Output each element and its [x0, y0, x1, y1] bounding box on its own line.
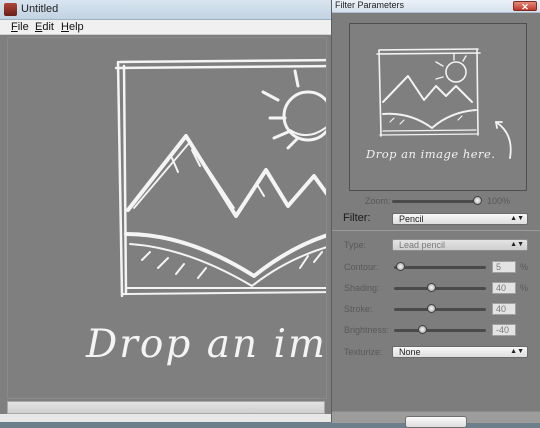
- shading-unit: %: [520, 283, 529, 293]
- shading-value-field[interactable]: 40: [492, 282, 516, 294]
- panel-titlebar[interactable]: Filter Parameters ✕: [332, 0, 540, 13]
- main-titlebar[interactable]: Untitled: [0, 0, 332, 20]
- drop-hint-text: Drop an image: [86, 322, 327, 367]
- dropdown-arrow-icon: ▲▼: [510, 241, 524, 248]
- zoom-slider-thumb-icon[interactable]: [473, 196, 482, 205]
- menu-help[interactable]: Help: [61, 21, 84, 33]
- brightness-value-field[interactable]: -40: [492, 324, 516, 336]
- texturize-label: Texturize:: [344, 347, 383, 357]
- app-icon: [4, 3, 17, 16]
- filter-label: Filter:: [343, 212, 371, 224]
- filter-select[interactable]: Pencil ▲▼: [392, 213, 528, 225]
- close-icon[interactable]: ✕: [513, 1, 537, 12]
- zoom-label: Zoom:: [365, 196, 391, 206]
- shading-slider-thumb-icon[interactable]: [427, 283, 436, 292]
- dropdown-arrow-icon: ▲▼: [510, 348, 524, 355]
- panel-title: Filter Parameters: [335, 0, 405, 10]
- texturize-select[interactable]: None ▲▼: [392, 346, 528, 358]
- menu-file-label: ile: [17, 21, 29, 33]
- preview-placeholder-illustration: [376, 48, 512, 159]
- status-bar: [0, 414, 332, 422]
- menu-file-accel: F: [11, 21, 18, 33]
- menu-help-label: elp: [68, 21, 84, 33]
- texturize-select-value: None: [399, 347, 421, 357]
- menu-file[interactable]: File: [11, 21, 29, 33]
- divider: [332, 230, 540, 231]
- brightness-slider[interactable]: [394, 329, 486, 332]
- menu-edit-label: dit: [42, 21, 54, 33]
- stroke-slider-thumb-icon[interactable]: [427, 304, 436, 313]
- type-select-value: Lead pencil: [399, 240, 446, 250]
- menu-edit[interactable]: Edit: [35, 21, 54, 33]
- menu-help-accel: H: [61, 21, 69, 33]
- window-title: Untitled: [21, 3, 59, 15]
- contour-unit: %: [520, 262, 529, 272]
- zoom-value: 100%: [487, 196, 511, 206]
- image-drop-canvas[interactable]: Drop an image: [7, 37, 327, 399]
- zoom-slider[interactable]: [392, 200, 481, 203]
- preview-drop-area[interactable]: Drop an image here.: [349, 23, 527, 191]
- dropdown-arrow-icon: ▲▼: [510, 215, 524, 222]
- shading-slider[interactable]: [394, 287, 486, 290]
- contour-value-field[interactable]: 5: [492, 261, 516, 273]
- panel-bottom-bar: [332, 411, 540, 428]
- contour-slider-thumb-icon[interactable]: [396, 262, 405, 271]
- apply-button[interactable]: [405, 416, 467, 428]
- type-select[interactable]: Lead pencil ▲▼: [392, 239, 528, 251]
- main-window: Untitled File Edit Help Drop an image: [0, 0, 332, 422]
- type-label: Type:: [344, 240, 367, 250]
- contour-slider[interactable]: [394, 266, 486, 269]
- shading-label: Shading:: [344, 283, 380, 293]
- preview-drop-hint: Drop an image here.: [366, 147, 496, 161]
- filter-parameters-panel: Filter Parameters ✕ Drop an image here. …: [331, 0, 540, 428]
- menubar: File Edit Help: [0, 20, 332, 35]
- filter-select-value: Pencil: [399, 214, 424, 224]
- contour-label: Contour:: [344, 262, 379, 272]
- stroke-value-field[interactable]: 40: [492, 303, 516, 315]
- brightness-slider-thumb-icon[interactable]: [418, 325, 427, 334]
- horizontal-scrollbar[interactable]: [7, 401, 325, 414]
- brightness-label: Brightness:: [344, 325, 390, 335]
- stroke-label: Stroke:: [344, 304, 373, 314]
- stroke-slider[interactable]: [394, 308, 486, 311]
